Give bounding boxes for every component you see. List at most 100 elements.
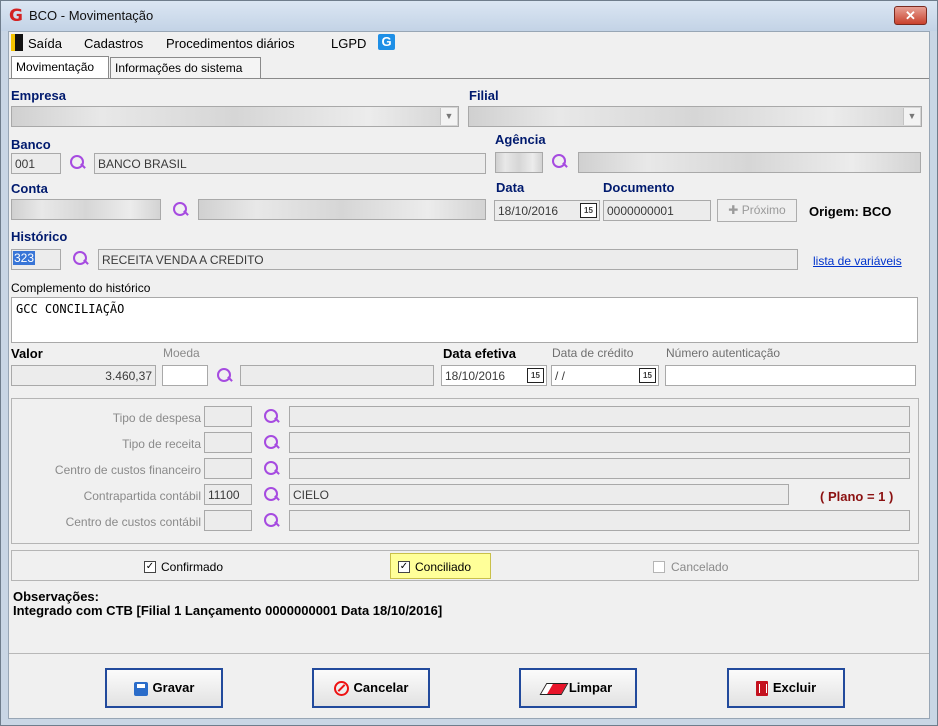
app-logo-icon: G [9, 6, 23, 26]
valor-field[interactable]: 3.460,37 [11, 365, 156, 386]
centro-custos-contabil-name-field [289, 510, 910, 531]
observacoes-text: Integrado com CTB [Filial 1 Lançamento 0… [13, 603, 443, 618]
eraser-icon [539, 682, 569, 695]
moeda-code-field[interactable] [162, 365, 208, 386]
agencia-search-icon[interactable] [550, 153, 568, 171]
data-credito-value: / / [555, 369, 566, 383]
app-window: G BCO - Movimentação ✕ Saída Cadastros P… [0, 0, 938, 726]
contrapartida-contabil-label: Contrapartida contábil [83, 489, 201, 503]
status-checks-group: ✓ Confirmado ✓ Conciliado Cancelado [11, 550, 919, 581]
conciliado-label[interactable]: Conciliado [415, 560, 471, 574]
lista-variaveis-link[interactable]: lista de variáveis [813, 254, 902, 268]
close-button[interactable]: ✕ [894, 6, 927, 25]
filial-select[interactable]: ▼ [468, 106, 922, 127]
chevron-down-icon[interactable]: ▼ [440, 108, 457, 125]
chevron-down-icon[interactable]: ▼ [903, 108, 920, 125]
gravar-button[interactable]: Gravar [105, 668, 223, 708]
complemento-textarea[interactable]: GCC CONCILIAÇÃO [11, 297, 918, 343]
exit-door-icon[interactable] [11, 34, 23, 51]
valor-label: Valor [11, 346, 43, 361]
centro-custos-financeiro-code-field[interactable] [204, 458, 252, 479]
plano-text: ( Plano = 1 ) [820, 489, 894, 504]
cancelado-label[interactable]: Cancelado [671, 560, 728, 574]
historico-name-field: RECEITA VENDA A CREDITO [98, 249, 798, 270]
contrapartida-name-field: CIELO [289, 484, 789, 505]
banco-name-field: BANCO BRASIL [94, 153, 486, 174]
excluir-label: Excluir [772, 680, 817, 695]
excluir-button[interactable]: Excluir [727, 668, 845, 708]
banco-label: Banco [11, 137, 51, 152]
empresa-select[interactable]: ▼ [11, 106, 459, 127]
numero-autenticacao-field[interactable] [665, 365, 916, 386]
centro-custos-financeiro-label: Centro de custos financeiro [54, 463, 201, 477]
agencia-name-field [578, 152, 921, 173]
confirmado-checkbox[interactable]: ✓ [144, 561, 156, 573]
documento-field[interactable]: 0000000001 [603, 200, 711, 221]
window-title: BCO - Movimentação [29, 8, 154, 23]
footer-separator [9, 653, 929, 654]
proximo-label: Próximo [741, 203, 786, 217]
conta-label: Conta [11, 181, 48, 196]
filial-label: Filial [469, 88, 499, 103]
tipo-receita-label: Tipo de receita [122, 437, 201, 451]
tipo-receita-name-field [289, 432, 910, 453]
limpar-label: Limpar [568, 680, 613, 695]
proximo-button[interactable]: ✚ Próximo [717, 199, 797, 222]
historico-search-icon[interactable] [71, 250, 89, 268]
historico-code-value: 323 [13, 251, 36, 265]
moeda-search-icon[interactable] [215, 367, 233, 385]
tipo-despesa-search-icon[interactable] [262, 408, 280, 426]
calendar-icon[interactable]: 15 [639, 368, 656, 383]
cancelar-label: Cancelar [353, 680, 409, 695]
tab-movimentacao[interactable]: Movimentação [11, 56, 109, 79]
limpar-button[interactable]: Limpar [519, 668, 637, 708]
plus-icon: ✚ [728, 203, 742, 217]
agencia-label: Agência [495, 132, 546, 147]
client-area: Saída Cadastros Procedimentos diários LG… [8, 31, 930, 719]
data-credito-field[interactable]: / / 15 [551, 365, 659, 386]
centro-custos-contabil-search-icon[interactable] [262, 512, 280, 530]
menu-cadastros[interactable]: Cadastros [84, 36, 143, 51]
contrapartida-code-field[interactable]: 11100 [204, 484, 252, 505]
data-label: Data [496, 180, 525, 195]
historico-code-field[interactable]: 323 [11, 249, 61, 270]
origem-text: Origem: BCO [809, 204, 892, 219]
menu-procedimentos-diarios[interactable]: Procedimentos diários [166, 36, 295, 51]
banco-code-field[interactable]: 001 [11, 153, 61, 174]
conta-name-field [198, 199, 486, 220]
conta-search-icon[interactable] [171, 201, 189, 219]
trash-icon [755, 681, 768, 697]
confirmado-label[interactable]: Confirmado [161, 560, 223, 574]
tipo-despesa-name-field [289, 406, 910, 427]
tab-divider [9, 78, 929, 79]
cancelar-button[interactable]: Cancelar [312, 668, 430, 708]
centro-custos-financeiro-search-icon[interactable] [262, 460, 280, 478]
centro-custos-contabil-code-field[interactable] [204, 510, 252, 531]
data-value: 18/10/2016 [498, 204, 559, 218]
calendar-icon[interactable]: 15 [527, 368, 544, 383]
tipo-receita-search-icon[interactable] [262, 434, 280, 452]
cancelado-checkbox[interactable] [653, 561, 665, 573]
conciliado-checkbox[interactable]: ✓ [398, 561, 410, 573]
tipo-despesa-code-field[interactable] [204, 406, 252, 427]
menu-saida[interactable]: Saída [28, 36, 62, 51]
agencia-code-field[interactable] [495, 152, 543, 173]
moeda-name-field [240, 365, 434, 386]
tipo-receita-code-field[interactable] [204, 432, 252, 453]
title-bar: G BCO - Movimentação ✕ [1, 1, 937, 31]
conta-code-field[interactable] [11, 199, 161, 220]
banco-search-icon[interactable] [68, 154, 86, 172]
tab-informacoes-sistema[interactable]: Informações do sistema [110, 57, 261, 78]
centro-custos-contabil-label: Centro de custos contábil [65, 515, 201, 529]
data-efetiva-field[interactable]: 18/10/2016 15 [441, 365, 547, 386]
save-disk-icon [133, 681, 148, 696]
data-credito-label: Data de crédito [552, 346, 634, 360]
moeda-label: Moeda [163, 346, 200, 360]
tipo-despesa-label: Tipo de despesa [112, 411, 201, 425]
empresa-label: Empresa [11, 88, 66, 103]
calendar-icon[interactable]: 15 [580, 203, 597, 218]
menu-lgpd[interactable]: LGPD [331, 36, 366, 51]
lgpd-logo-icon[interactable]: G [378, 34, 395, 50]
data-field[interactable]: 18/10/2016 15 [494, 200, 600, 221]
contrapartida-search-icon[interactable] [262, 486, 280, 504]
